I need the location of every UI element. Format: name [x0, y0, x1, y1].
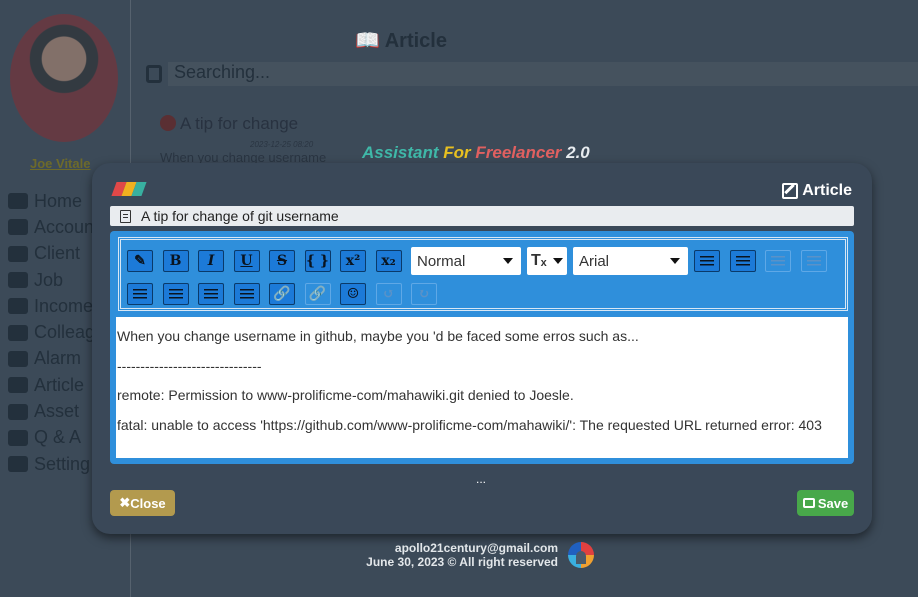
rich-text-editor: ✎ B I U S { } x² x₂ Normal Tₓ Arial 🔗 🔗 … [110, 231, 854, 464]
toolbar-row: ✎ B I U S { } x² x₂ Normal Tₓ Arial [127, 247, 836, 275]
ordered-list-button[interactable] [729, 250, 756, 272]
info-icon [8, 429, 28, 446]
edit-icon [782, 183, 799, 199]
income-icon [8, 298, 28, 315]
strike-button[interactable]: S [269, 250, 295, 272]
chevron-down-icon [553, 258, 563, 264]
floppy-icon [802, 498, 815, 508]
bullet-list-icon [700, 256, 714, 266]
content-line: ------------------------------- [117, 357, 262, 374]
modal-heading: Article [782, 182, 852, 200]
asset-icon [8, 403, 28, 420]
redo-button[interactable]: ↻ [411, 283, 437, 305]
align-right-icon [204, 289, 218, 299]
pen-icon: ✎ [134, 253, 146, 269]
app-title: Assistant For Freelancer 2.0 [362, 143, 590, 162]
content-line: When you change username in github, mayb… [117, 328, 639, 344]
footer-copyright: June 30, 2023 © All right reserved [366, 555, 558, 569]
card-date: 2023-12-25 08:20 [250, 140, 314, 149]
code-block-button[interactable]: { } [304, 250, 331, 272]
avatar [10, 14, 118, 142]
card-title[interactable]: A tip for change [160, 114, 298, 134]
user-name[interactable]: Joe Vitale [30, 156, 90, 171]
title-field[interactable]: A tip for change of git username [110, 206, 854, 226]
undo-button[interactable]: ↺ [375, 283, 402, 305]
align-right-button[interactable] [198, 283, 224, 305]
outdent-button[interactable] [765, 250, 791, 272]
smile-icon: ☺ [346, 286, 360, 302]
gear-icon [8, 456, 28, 473]
subscript-button[interactable]: x₂ [375, 250, 402, 272]
unlink-icon: 🔗 [308, 286, 327, 302]
pen-button[interactable]: ✎ [127, 250, 153, 272]
align-justify-icon [239, 289, 254, 299]
home-icon [8, 193, 28, 210]
document-icon [120, 209, 131, 223]
header-select[interactable]: Normal [411, 247, 521, 275]
undo-icon: ↺ [382, 286, 395, 302]
editor-toolbar: ✎ B I U S { } x² x₂ Normal Tₓ Arial 🔗 🔗 … [118, 237, 848, 311]
footer: apollo21century@gmail.com June 30, 2023 … [355, 541, 558, 569]
search-input[interactable]: Searching... [168, 62, 918, 86]
unlink-button[interactable]: 🔗 [304, 283, 331, 305]
book-icon [8, 377, 28, 394]
redo-icon: ↻ [418, 286, 430, 302]
link-button[interactable]: 🔗 [269, 283, 295, 305]
link-icon: 🔗 [273, 286, 291, 302]
ordered-list-icon [735, 256, 750, 266]
client-icon [8, 245, 28, 262]
font-select[interactable]: Arial [573, 247, 688, 275]
indent-icon [806, 256, 821, 266]
alarm-icon [8, 350, 28, 367]
outdent-icon [771, 256, 785, 266]
emoji-button[interactable]: ☺ [340, 283, 366, 305]
close-button[interactable]: ✖ Close [110, 490, 175, 516]
align-left-button[interactable] [127, 283, 153, 305]
align-left-icon [133, 289, 147, 299]
align-justify-button[interactable] [233, 283, 260, 305]
align-center-icon [168, 289, 183, 299]
bullet-list-button[interactable] [694, 250, 720, 272]
colleague-icon [8, 324, 28, 341]
eye-slash-icon: ✖ [119, 495, 131, 510]
job-icon [8, 272, 28, 289]
editor-content[interactable]: When you change username in github, mayb… [116, 317, 848, 458]
superscript-button[interactable]: x² [340, 250, 366, 272]
chevron-down-icon [670, 258, 680, 264]
italic-button[interactable]: I [198, 250, 224, 272]
chevron-down-icon [503, 258, 513, 264]
underline-button[interactable]: U [233, 250, 260, 272]
aff-logo-icon [111, 182, 152, 198]
content-line: remote: Permission to www-prolificme-com… [117, 387, 574, 403]
apollo-logo-icon [568, 542, 594, 568]
heart-icon [160, 115, 176, 131]
indent-button[interactable] [800, 250, 827, 272]
account-icon [8, 219, 28, 236]
more-indicator: ... [476, 472, 487, 486]
size-select[interactable]: Tₓ [527, 247, 567, 275]
save-button[interactable]: Save [797, 490, 854, 516]
toolbar-row: 🔗 🔗 ☺ ↺ ↻ [127, 283, 447, 305]
add-icon[interactable] [146, 65, 162, 83]
footer-email: apollo21century@gmail.com [394, 541, 558, 555]
content-line: fatal: unable to access 'https://github.… [117, 416, 822, 433]
article-modal: Article A tip for change of git username… [92, 163, 872, 534]
align-center-button[interactable] [162, 283, 189, 305]
page-title: 📖 Article [355, 30, 447, 52]
bold-button[interactable]: B [162, 250, 189, 272]
